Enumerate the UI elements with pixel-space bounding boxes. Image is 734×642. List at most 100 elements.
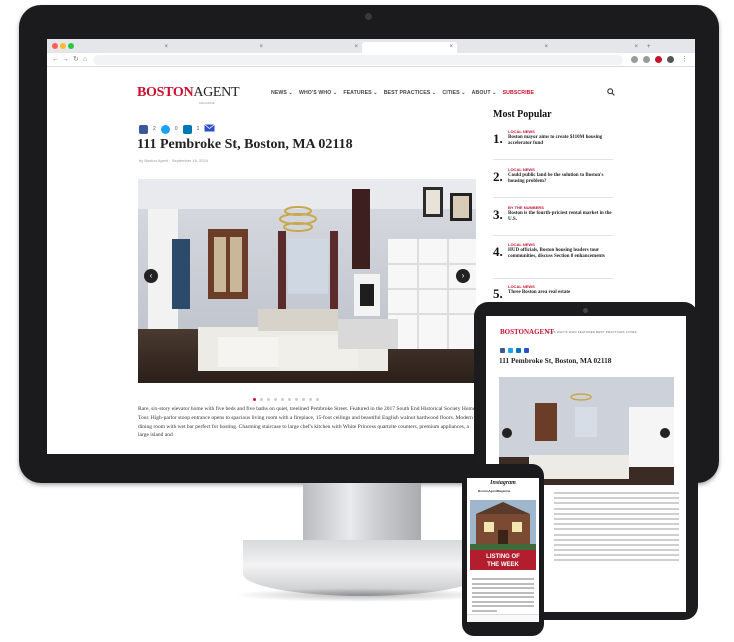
browser-tab-bar: × × × × × × +	[47, 39, 695, 53]
facebook-icon[interactable]	[500, 348, 505, 353]
browser-tab[interactable]: ×	[77, 42, 172, 53]
popular-category[interactable]: LOCAL NEWS	[508, 242, 535, 247]
extension-icon[interactable]	[631, 56, 638, 63]
nav-features[interactable]: FEATURES ⌄	[343, 90, 377, 96]
window-minimize-dot[interactable]	[60, 43, 66, 49]
browser-tab[interactable]: ×	[552, 42, 642, 53]
most-popular-heading: Most Popular	[493, 109, 552, 120]
divider	[493, 235, 613, 236]
listing-overlay-line2: THE WEEK	[487, 562, 519, 568]
popular-category[interactable]: LOCAL NEWS	[508, 284, 535, 289]
popular-rank: 4.	[493, 244, 503, 259]
facebook-count: 2	[153, 126, 156, 132]
hero-photo: ‹ ›	[138, 179, 476, 383]
search-icon[interactable]	[607, 88, 615, 98]
linkedin-icon[interactable]	[182, 124, 192, 134]
browser-tab[interactable]: ×	[267, 42, 362, 53]
nav-news[interactable]: NEWS ⌄	[271, 90, 293, 96]
popular-headline[interactable]: Three Boston area real estate	[508, 290, 612, 296]
window-close-dot[interactable]	[52, 43, 58, 49]
monitor-stand-neck	[303, 483, 421, 545]
tablet-camera	[583, 308, 588, 313]
linkedin-icon[interactable]	[516, 348, 521, 353]
carousel-next-button[interactable]: ›	[456, 269, 470, 283]
email-icon[interactable]	[204, 124, 216, 134]
site-logo[interactable]: BOSTONAGENT	[137, 85, 240, 100]
popular-rank: 5.	[493, 286, 503, 301]
extension-icon[interactable]	[643, 56, 650, 63]
linkedin-count: 1	[196, 126, 200, 132]
logo-agent: AGENT	[193, 85, 240, 100]
divider	[493, 159, 613, 160]
instagram-tab-bar	[467, 614, 539, 622]
nav-whos-who[interactable]: WHO'S WHO ⌄	[299, 90, 337, 96]
browser-tab[interactable]: ×	[172, 42, 267, 53]
profile-avatar[interactable]	[667, 56, 674, 63]
divider	[493, 278, 613, 279]
carousel-dot[interactable]	[288, 398, 291, 401]
carousel-dots	[253, 398, 319, 401]
share-bar: 2 0 1	[139, 124, 216, 134]
browser-toolbar: ← → ↻ ⌂ ⋮	[47, 53, 695, 67]
popular-item[interactable]: 5. LOCAL NEWS Three Boston area real est…	[493, 284, 613, 304]
divider	[493, 197, 613, 198]
popular-category[interactable]: LOCAL NEWS	[508, 167, 535, 172]
twitter-icon[interactable]	[508, 348, 513, 353]
reload-icon[interactable]: ↻	[73, 55, 79, 65]
phone-screen: Instagram BostonAgentMagazine LISTING OF…	[467, 478, 539, 622]
browser-tab[interactable]: ×	[457, 42, 552, 53]
article-byline: by Boston Agent · September 16, 2024	[139, 158, 208, 163]
extension-icon[interactable]	[655, 56, 662, 63]
twitter-count: 0	[174, 126, 178, 132]
instagram-account[interactable]: BostonAgentMagazine	[478, 489, 510, 493]
article-body: Rare, six-story elevator home with five …	[138, 406, 476, 439]
carousel-dot[interactable]	[274, 398, 277, 401]
monitor-shadow	[233, 588, 493, 602]
email-icon[interactable]	[524, 348, 529, 353]
logo-boston: BOSTON	[137, 85, 194, 100]
popular-item[interactable]: 1. LOCAL NEWS Boston mayor aims to creat…	[493, 129, 613, 163]
tablet-nav[interactable]: NEWS WHO'S WHO FEATURES BEST PRACTICES C…	[546, 330, 637, 334]
popular-item[interactable]: 4. LOCAL NEWS HUD officials, Boston hous…	[493, 242, 613, 282]
nav-about[interactable]: ABOUT ⌄	[472, 90, 497, 96]
facebook-icon[interactable]	[139, 124, 148, 134]
article-title: 111 Pembroke St, Boston, MA 02118	[137, 137, 353, 152]
popular-category[interactable]: LOCAL NEWS	[508, 129, 535, 134]
home-icon[interactable]: ⌂	[83, 55, 87, 65]
carousel-prev-button[interactable]: ‹	[144, 269, 158, 283]
popular-rank: 1.	[493, 131, 503, 146]
webcam	[365, 13, 372, 20]
popular-headline[interactable]: Boston is the fourth-priciest rental mar…	[508, 211, 612, 224]
browser-tab-active[interactable]: ×	[362, 42, 457, 53]
main-nav: NEWS ⌄ WHO'S WHO ⌄ FEATURES ⌄ BEST PRACT…	[271, 90, 534, 96]
twitter-icon[interactable]	[160, 124, 170, 134]
popular-headline[interactable]: Could public land be the solution to Bos…	[508, 173, 612, 186]
address-bar[interactable]	[93, 55, 623, 65]
carousel-dot[interactable]	[281, 398, 284, 401]
popular-rank: 2.	[493, 169, 503, 184]
back-icon[interactable]: ←	[52, 55, 59, 65]
carousel-dot[interactable]	[309, 398, 312, 401]
nav-cities[interactable]: CITIES ⌄	[442, 90, 465, 96]
forward-icon[interactable]: →	[62, 55, 69, 65]
popular-item[interactable]: 2. LOCAL NEWS Could public land be the s…	[493, 167, 613, 201]
phone-device: Instagram BostonAgentMagazine LISTING OF…	[462, 464, 544, 636]
carousel-dot[interactable]	[316, 398, 319, 401]
window-zoom-dot[interactable]	[68, 43, 74, 49]
carousel-dot[interactable]	[295, 398, 298, 401]
new-tab-icon[interactable]: +	[647, 42, 651, 53]
instagram-post-image[interactable]: LISTING OF THE WEEK	[470, 500, 536, 570]
carousel-dot[interactable]	[253, 398, 256, 401]
listing-overlay-line1: LISTING OF	[486, 554, 520, 560]
menu-icon[interactable]: ⋮	[681, 55, 688, 65]
popular-item[interactable]: 3. BY THE NUMBERS Boston is the fourth-p…	[493, 205, 613, 239]
nav-subscribe[interactable]: SUBSCRIBE	[503, 90, 534, 96]
nav-best-practices[interactable]: BEST PRACTICES ⌄	[384, 90, 437, 96]
carousel-dot[interactable]	[267, 398, 270, 401]
popular-category[interactable]: BY THE NUMBERS	[508, 205, 544, 210]
popular-headline[interactable]: HUD officials, Boston housing leaders to…	[508, 248, 612, 261]
popular-rank: 3.	[493, 207, 503, 222]
popular-headline[interactable]: Boston mayor aims to create $110M housin…	[508, 135, 612, 148]
carousel-dot[interactable]	[260, 398, 263, 401]
carousel-dot[interactable]	[302, 398, 305, 401]
